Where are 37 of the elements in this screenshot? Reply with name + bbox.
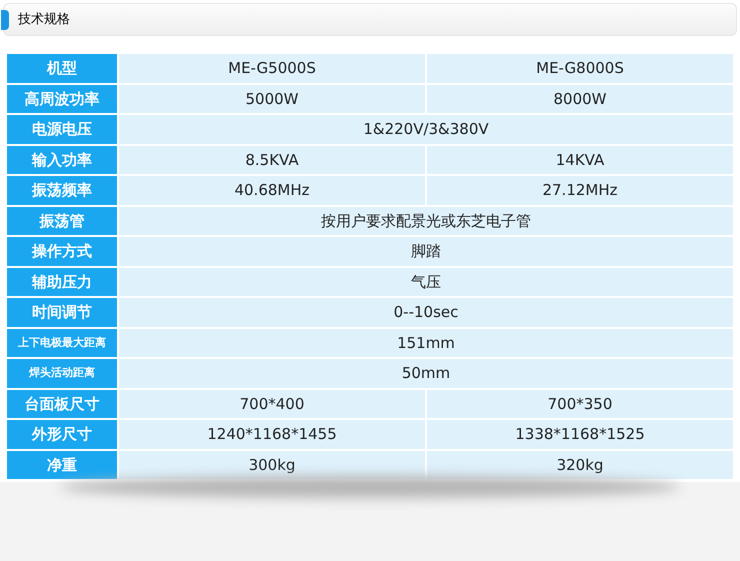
row-label: 外形尺寸 — [7, 420, 117, 448]
table-cell: 1240*1168*1455 — [119, 420, 425, 448]
row-label: 电源电压 — [7, 115, 117, 144]
table-cell: 5000W — [119, 84, 425, 113]
row-label: 净重 — [7, 450, 117, 479]
table-cell: 14KVA — [427, 146, 733, 174]
table-cell: 300kg — [119, 450, 425, 479]
table-cell: 50mm — [119, 359, 733, 388]
table-cell: ME-G5000S — [119, 54, 425, 82]
row-label: 高周波功率 — [7, 84, 117, 113]
table-cell: 40.68MHz — [119, 176, 425, 204]
table-cell: 0--10sec — [119, 298, 733, 326]
table-cell: 1338*1168*1525 — [427, 420, 733, 448]
table-cell: 700*350 — [427, 390, 733, 418]
row-label: 上下电极最大距离 — [7, 328, 117, 357]
row-label: 台面板尺寸 — [7, 390, 117, 418]
table-cell: 气压 — [119, 268, 733, 296]
row-label: 辅助压力 — [7, 268, 117, 296]
section-title: 技术规格 — [18, 10, 70, 29]
table-cell: 脚踏 — [119, 237, 733, 266]
table-cell: ME-G8000S — [427, 54, 733, 82]
table-cell: 27.12MHz — [427, 176, 733, 204]
table-cell: 8000W — [427, 84, 733, 113]
row-label: 时间调节 — [7, 298, 117, 326]
row-label: 焊头活动距离 — [7, 359, 117, 388]
table-cell: 1&220V/3&380V — [119, 115, 733, 144]
row-label: 输入功率 — [7, 146, 117, 174]
row-label: 机型 — [7, 54, 117, 82]
table-cell: 8.5KVA — [119, 146, 425, 174]
table-cell: 320kg — [427, 450, 733, 479]
table-cell: 700*400 — [119, 390, 425, 418]
row-label: 振荡管 — [7, 206, 117, 235]
table-cell: 按用户要求配景光或东芝电子管 — [119, 206, 733, 235]
header-tab-marker — [1, 10, 9, 30]
table-cell: 151mm — [119, 328, 733, 357]
row-label: 操作方式 — [7, 237, 117, 266]
row-label: 振荡频率 — [7, 176, 117, 204]
